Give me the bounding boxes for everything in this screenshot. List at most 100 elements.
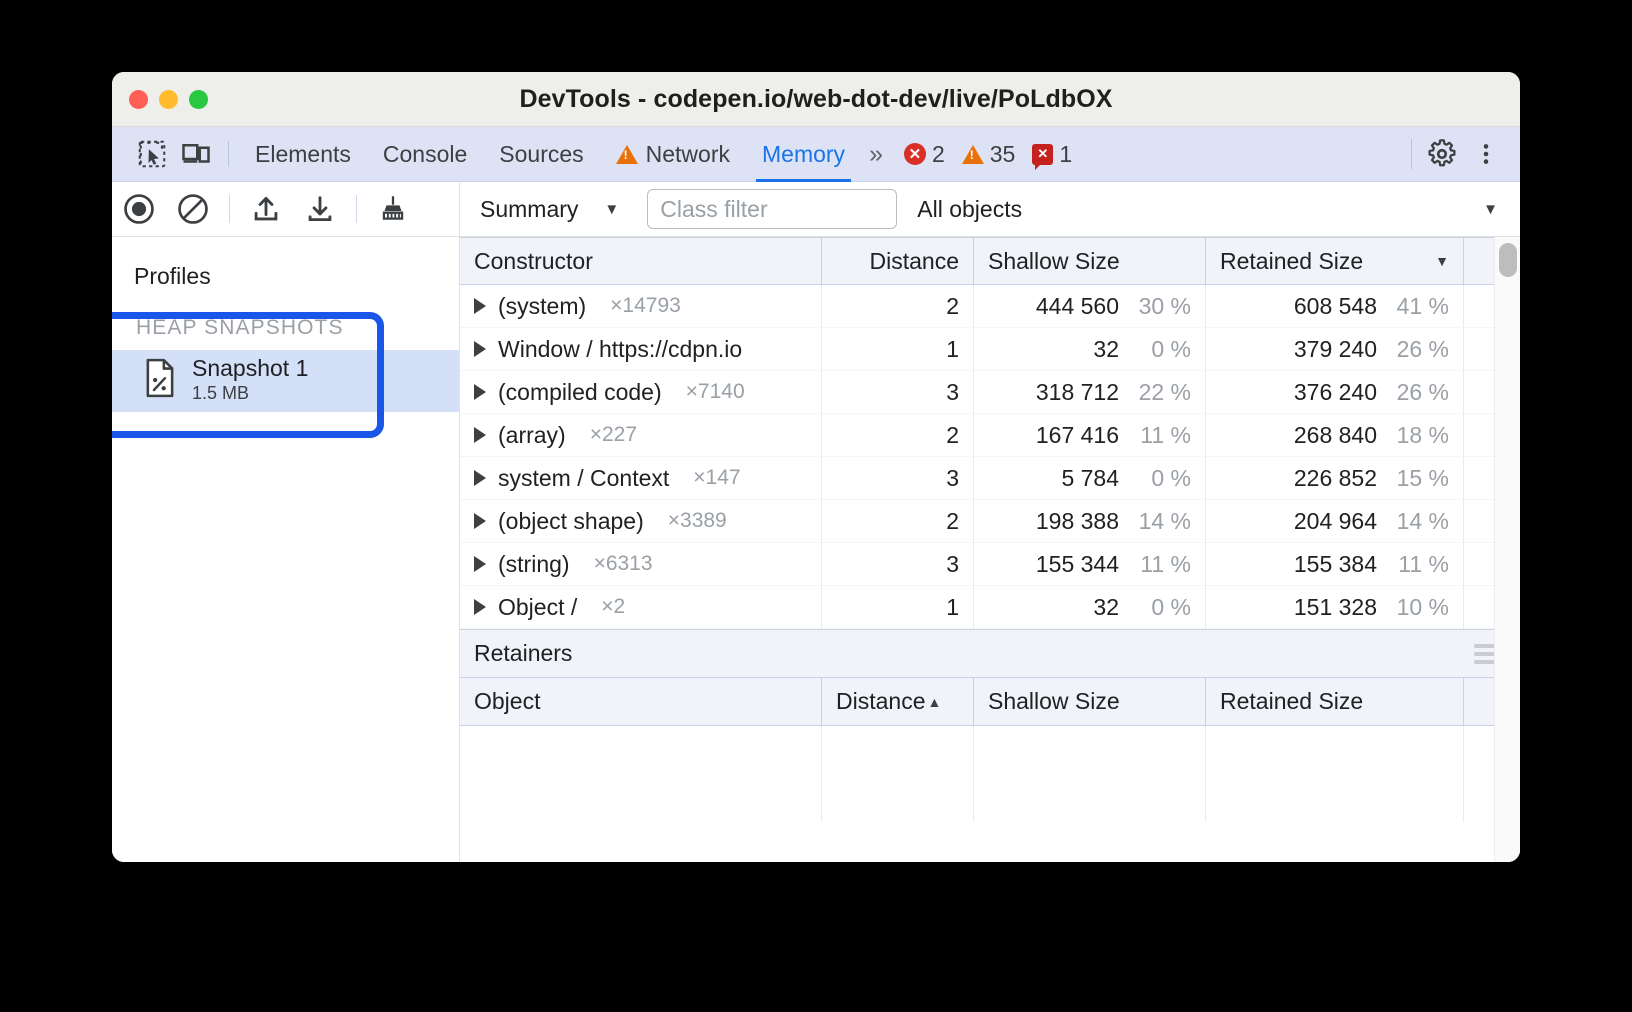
table-row[interactable]: (system)×147932444 56030 %608 54841 % <box>460 285 1520 328</box>
size-percent: 15 % <box>1377 465 1449 492</box>
retainers-table-body <box>460 726 1520 822</box>
size-percent: 26 % <box>1377 379 1449 406</box>
column-header-distance[interactable]: Distance <box>822 238 974 284</box>
retainers-column-object[interactable]: Object <box>460 678 822 725</box>
size-percent: 14 % <box>1119 508 1191 535</box>
constructor-name: (object shape) <box>498 508 644 535</box>
warning-counter[interactable]: 35 <box>956 141 1022 168</box>
column-header-retained-size[interactable]: Retained Size ▼ <box>1206 238 1464 284</box>
cell-retained-size: 151 32810 % <box>1206 586 1464 628</box>
inspect-element-icon[interactable] <box>130 134 174 174</box>
expand-triangle-icon[interactable] <box>474 341 486 357</box>
tab-elements[interactable]: Elements <box>239 127 367 182</box>
table-scrollbar[interactable] <box>1494 237 1520 862</box>
size-percent: 14 % <box>1377 508 1449 535</box>
download-icon[interactable] <box>293 185 347 233</box>
snapshot-name: Snapshot 1 <box>192 355 308 381</box>
table-row[interactable]: (string)×63133155 34411 %155 38411 % <box>460 543 1520 586</box>
retainers-panel: Retainers Object Distance ▲ Shallow Size… <box>460 629 1520 822</box>
class-filter-input[interactable]: Class filter <box>647 189 897 229</box>
tab-sources[interactable]: Sources <box>483 127 599 182</box>
devtools-tabbar: Elements Console Sources Network Memory … <box>112 127 1520 182</box>
sidebar-item-snapshot-1[interactable]: Snapshot 1 1.5 MB <box>112 350 459 412</box>
size-value: 198 388 <box>1036 508 1119 535</box>
expand-triangle-icon[interactable] <box>474 599 486 615</box>
column-header-shallow-size[interactable]: Shallow Size <box>974 238 1206 284</box>
size-percent: 0 % <box>1119 336 1191 363</box>
table-row[interactable]: system / Context×14735 7840 %226 85215 % <box>460 457 1520 500</box>
objects-select[interactable]: All objects <box>917 196 1022 223</box>
expand-triangle-icon[interactable] <box>474 470 486 486</box>
table-row[interactable]: (object shape)×33892198 38814 %204 96414… <box>460 500 1520 543</box>
column-header-constructor[interactable]: Constructor <box>460 238 822 284</box>
no-entry-icon[interactable] <box>166 185 220 233</box>
expand-triangle-icon[interactable] <box>474 427 486 443</box>
toolbar-divider <box>229 195 230 223</box>
cell-constructor: (array)×227 <box>460 414 822 456</box>
class-filter-placeholder: Class filter <box>660 196 767 223</box>
issue-counter[interactable]: ✕ 1 <box>1026 141 1078 168</box>
constructor-name: system / Context <box>498 465 669 492</box>
broom-icon[interactable] <box>366 185 420 233</box>
screenshot-root: DevTools - codepen.io/web-dot-dev/live/P… <box>0 0 1632 1012</box>
cell-distance: 3 <box>822 457 974 499</box>
gear-icon[interactable] <box>1420 134 1464 174</box>
minimize-window-button[interactable] <box>159 90 178 109</box>
zoom-window-button[interactable] <box>189 90 208 109</box>
expand-triangle-icon[interactable] <box>474 513 486 529</box>
chevron-down-icon: ▼ <box>604 201 619 218</box>
cell-retained-size: 155 38411 % <box>1206 543 1464 585</box>
retainers-column-retained-size[interactable]: Retained Size <box>1206 678 1464 725</box>
retainers-title: Retainers <box>474 640 572 667</box>
tab-label: Console <box>383 141 467 168</box>
size-percent: 18 % <box>1377 422 1449 449</box>
tab-network[interactable]: Network <box>600 127 746 182</box>
size-percent: 41 % <box>1377 293 1449 320</box>
column-header-label: Distance <box>870 248 959 275</box>
constructor-count: ×7140 <box>686 380 745 404</box>
profiles-title: Profiles <box>112 237 459 290</box>
memory-toolbar-right: Summary ▼ Class filter All objects ▼ <box>460 182 1520 236</box>
more-tabs-icon[interactable]: » <box>861 140 886 169</box>
view-select[interactable]: Summary ▼ <box>474 196 625 223</box>
chevron-down-icon-right[interactable]: ▼ <box>1483 201 1498 218</box>
retainers-column-shallow-size[interactable]: Shallow Size <box>974 678 1206 725</box>
expand-triangle-icon[interactable] <box>474 556 486 572</box>
tab-label: Sources <box>499 141 583 168</box>
table-row[interactable]: Object /×21320 %151 32810 % <box>460 586 1520 629</box>
upload-icon[interactable] <box>239 185 293 233</box>
cell-retained-size: 268 84018 % <box>1206 414 1464 456</box>
issue-count: 1 <box>1059 141 1072 168</box>
tab-console[interactable]: Console <box>367 127 483 182</box>
retainers-empty-cell <box>1206 726 1464 822</box>
tab-memory[interactable]: Memory <box>746 127 861 182</box>
device-toolbar-icon[interactable] <box>174 134 218 174</box>
table-scrollbar-thumb[interactable] <box>1499 243 1517 277</box>
tabbar-right-actions <box>1403 134 1520 174</box>
constructor-name: (string) <box>498 551 570 578</box>
error-icon: ✕ <box>904 143 926 165</box>
cell-shallow-size: 5 7840 % <box>974 457 1206 499</box>
expand-triangle-icon[interactable] <box>474 384 486 400</box>
table-row[interactable]: (compiled code)×71403318 71222 %376 2402… <box>460 371 1520 414</box>
cell-shallow-size: 318 71222 % <box>974 371 1206 413</box>
size-value: 5 784 <box>1061 465 1119 492</box>
cell-distance: 1 <box>822 328 974 370</box>
window-title: DevTools - codepen.io/web-dot-dev/live/P… <box>112 85 1520 114</box>
cell-distance: 1 <box>822 586 974 628</box>
cell-shallow-size: 198 38814 % <box>974 500 1206 542</box>
traffic-lights <box>112 90 208 109</box>
cell-distance: 3 <box>822 543 974 585</box>
kebab-menu-icon[interactable] <box>1464 134 1508 174</box>
size-percent: 0 % <box>1119 465 1191 492</box>
record-icon[interactable] <box>112 185 166 233</box>
table-row[interactable]: Window / https://cdpn.io1320 %379 24026 … <box>460 328 1520 371</box>
size-percent: 22 % <box>1119 379 1191 406</box>
error-counter[interactable]: ✕ 2 <box>898 141 951 168</box>
close-window-button[interactable] <box>129 90 148 109</box>
table-row[interactable]: (array)×2272167 41611 %268 84018 % <box>460 414 1520 457</box>
expand-triangle-icon[interactable] <box>474 298 486 314</box>
toolbar-divider-2 <box>356 195 357 223</box>
retainers-column-distance[interactable]: Distance ▲ <box>822 678 974 725</box>
snapshot-size: 1.5 MB <box>192 382 308 405</box>
